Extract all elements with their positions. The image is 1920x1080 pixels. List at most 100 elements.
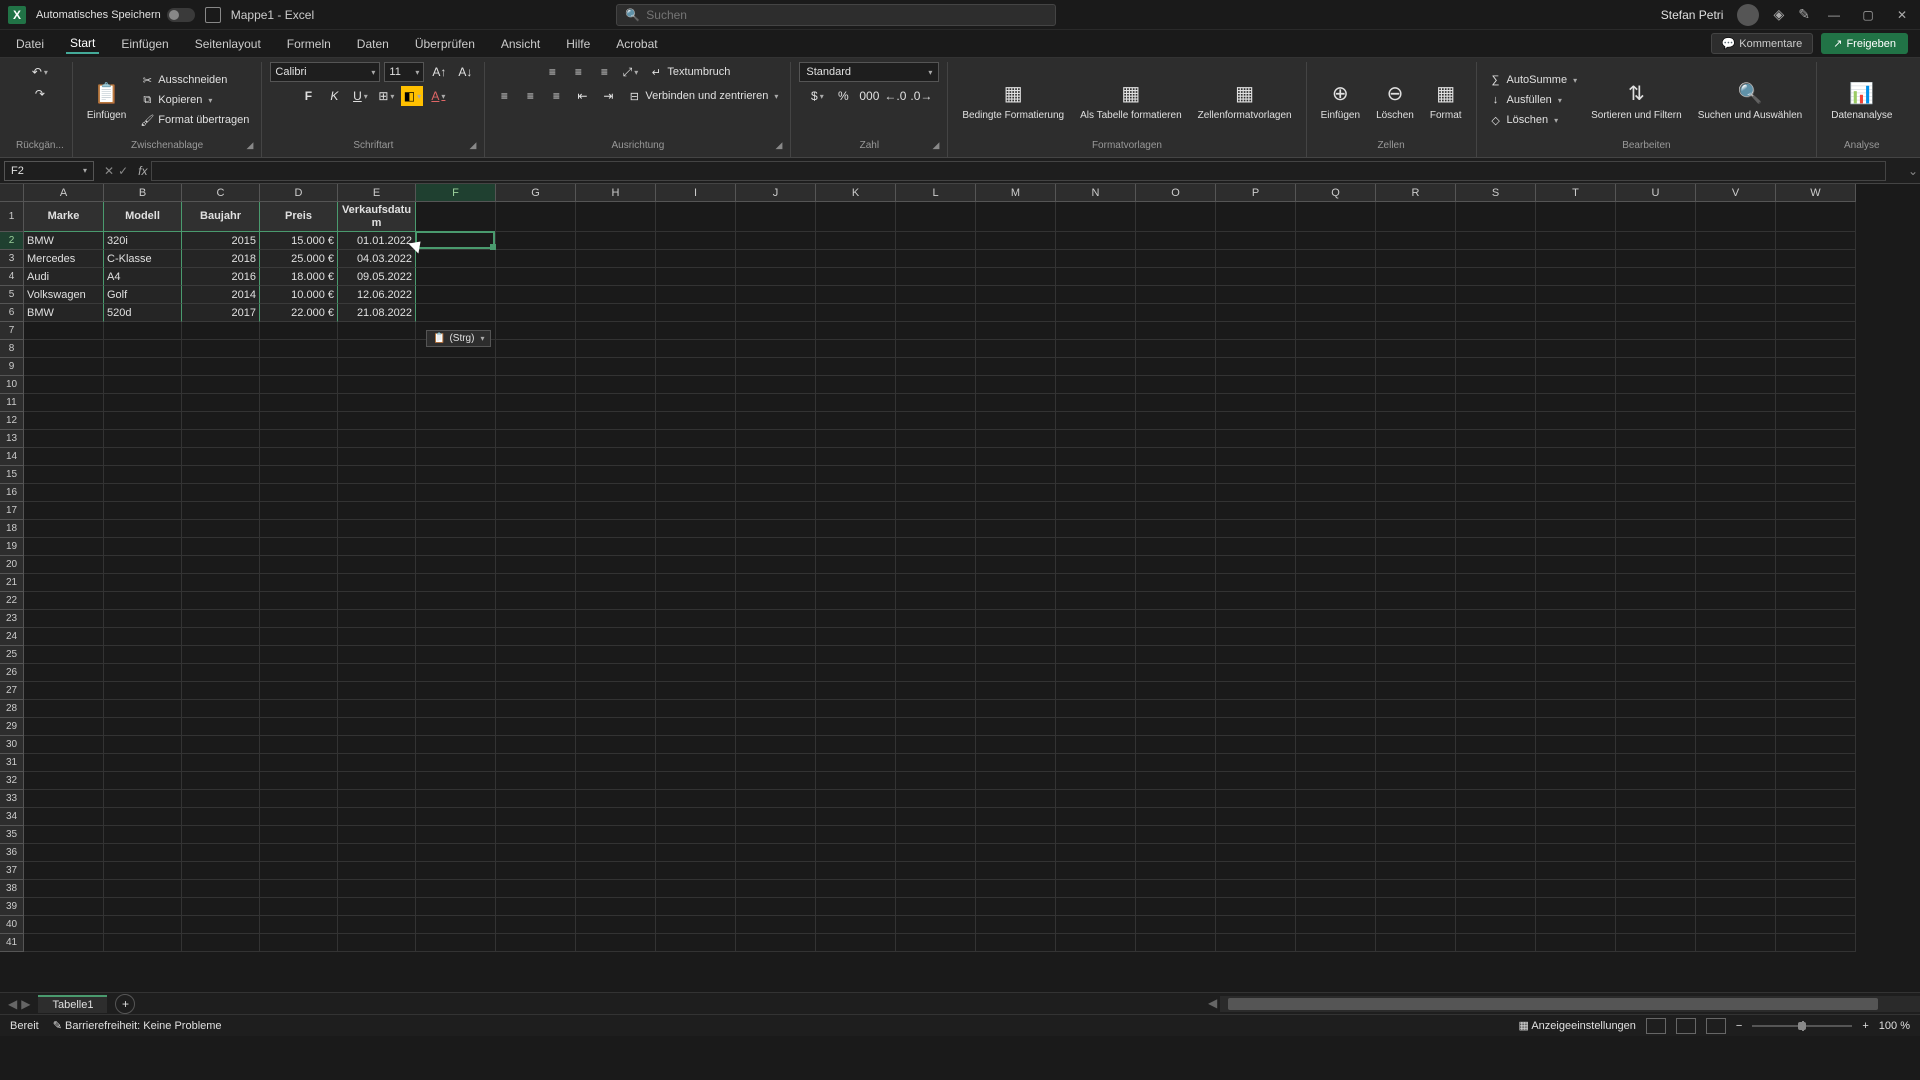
cell[interactable] (976, 412, 1056, 430)
cell[interactable] (976, 268, 1056, 286)
row-header[interactable]: 16 (0, 484, 24, 502)
cell[interactable] (260, 448, 338, 466)
cell[interactable] (656, 862, 736, 880)
cell[interactable] (736, 268, 816, 286)
cell[interactable] (656, 736, 736, 754)
cell[interactable] (182, 340, 260, 358)
cell[interactable] (1216, 862, 1296, 880)
cell[interactable] (182, 502, 260, 520)
cell[interactable]: Marke (24, 202, 104, 232)
row-header[interactable]: 23 (0, 610, 24, 628)
cell[interactable] (976, 376, 1056, 394)
cell[interactable] (1136, 286, 1216, 304)
row-header[interactable]: 35 (0, 826, 24, 844)
cell[interactable] (1616, 844, 1696, 862)
cell[interactable] (1296, 358, 1376, 376)
cell[interactable] (1616, 862, 1696, 880)
cell[interactable] (1376, 466, 1456, 484)
close-button[interactable]: ✕ (1892, 5, 1912, 25)
cell[interactable] (1296, 628, 1376, 646)
cell[interactable] (1696, 898, 1776, 916)
column-header[interactable]: E (338, 184, 416, 202)
cell[interactable] (656, 664, 736, 682)
cell[interactable] (260, 358, 338, 376)
cell[interactable] (816, 412, 896, 430)
cell[interactable] (1616, 466, 1696, 484)
cell[interactable] (1776, 682, 1856, 700)
cell[interactable] (1696, 718, 1776, 736)
cell[interactable] (496, 466, 576, 484)
cell[interactable] (896, 664, 976, 682)
cell[interactable] (1216, 736, 1296, 754)
column-header[interactable]: R (1376, 184, 1456, 202)
cell[interactable] (896, 790, 976, 808)
cell[interactable] (1376, 664, 1456, 682)
cell[interactable] (496, 202, 576, 232)
cell[interactable] (496, 268, 576, 286)
cell[interactable] (1376, 646, 1456, 664)
cell[interactable] (338, 466, 416, 484)
launcher-icon[interactable]: ◢ (469, 140, 476, 151)
cell[interactable] (576, 232, 656, 250)
cell[interactable] (1616, 250, 1696, 268)
cell[interactable] (1056, 916, 1136, 934)
cell[interactable] (1536, 556, 1616, 574)
cell[interactable] (1136, 772, 1216, 790)
row-header[interactable]: 10 (0, 376, 24, 394)
cell[interactable] (1056, 646, 1136, 664)
cell[interactable] (656, 790, 736, 808)
cell[interactable] (182, 844, 260, 862)
cell[interactable] (1536, 322, 1616, 340)
cell[interactable] (576, 340, 656, 358)
cell[interactable] (976, 646, 1056, 664)
cell[interactable] (1296, 412, 1376, 430)
cell[interactable] (896, 250, 976, 268)
cell[interactable] (260, 610, 338, 628)
cell[interactable] (1216, 772, 1296, 790)
cell[interactable] (1056, 736, 1136, 754)
cell[interactable] (1776, 718, 1856, 736)
cell[interactable] (260, 556, 338, 574)
cell[interactable] (1136, 808, 1216, 826)
cell[interactable] (1616, 808, 1696, 826)
cell[interactable] (1696, 430, 1776, 448)
cell[interactable]: Baujahr (182, 202, 260, 232)
cell[interactable] (182, 916, 260, 934)
cell[interactable] (104, 592, 182, 610)
cell[interactable] (496, 448, 576, 466)
row-header[interactable]: 1 (0, 202, 24, 232)
cell[interactable] (1696, 340, 1776, 358)
cell[interactable] (576, 736, 656, 754)
cell[interactable] (260, 808, 338, 826)
cell[interactable] (1776, 340, 1856, 358)
cell[interactable] (1216, 502, 1296, 520)
cell[interactable] (496, 628, 576, 646)
cell[interactable] (656, 286, 736, 304)
cell[interactable] (416, 448, 496, 466)
cell[interactable] (1296, 538, 1376, 556)
cell[interactable] (1536, 574, 1616, 592)
cell[interactable] (338, 556, 416, 574)
cell[interactable]: 09.05.2022 (338, 268, 416, 286)
cell[interactable] (1216, 556, 1296, 574)
cell[interactable] (736, 286, 816, 304)
cell[interactable] (1376, 700, 1456, 718)
cell[interactable] (24, 394, 104, 412)
thousands-button[interactable]: 000 (858, 86, 880, 106)
cell[interactable] (1216, 592, 1296, 610)
cell[interactable] (260, 772, 338, 790)
cell[interactable] (1696, 322, 1776, 340)
cell[interactable] (1616, 520, 1696, 538)
cell[interactable] (24, 430, 104, 448)
cell[interactable] (736, 430, 816, 448)
cell[interactable] (1616, 304, 1696, 322)
cell[interactable] (104, 790, 182, 808)
cell[interactable] (1776, 862, 1856, 880)
cell[interactable] (260, 394, 338, 412)
cell[interactable] (896, 592, 976, 610)
cell[interactable] (736, 412, 816, 430)
cell[interactable] (1536, 862, 1616, 880)
cell[interactable] (896, 232, 976, 250)
cell[interactable] (736, 718, 816, 736)
cell[interactable] (576, 862, 656, 880)
